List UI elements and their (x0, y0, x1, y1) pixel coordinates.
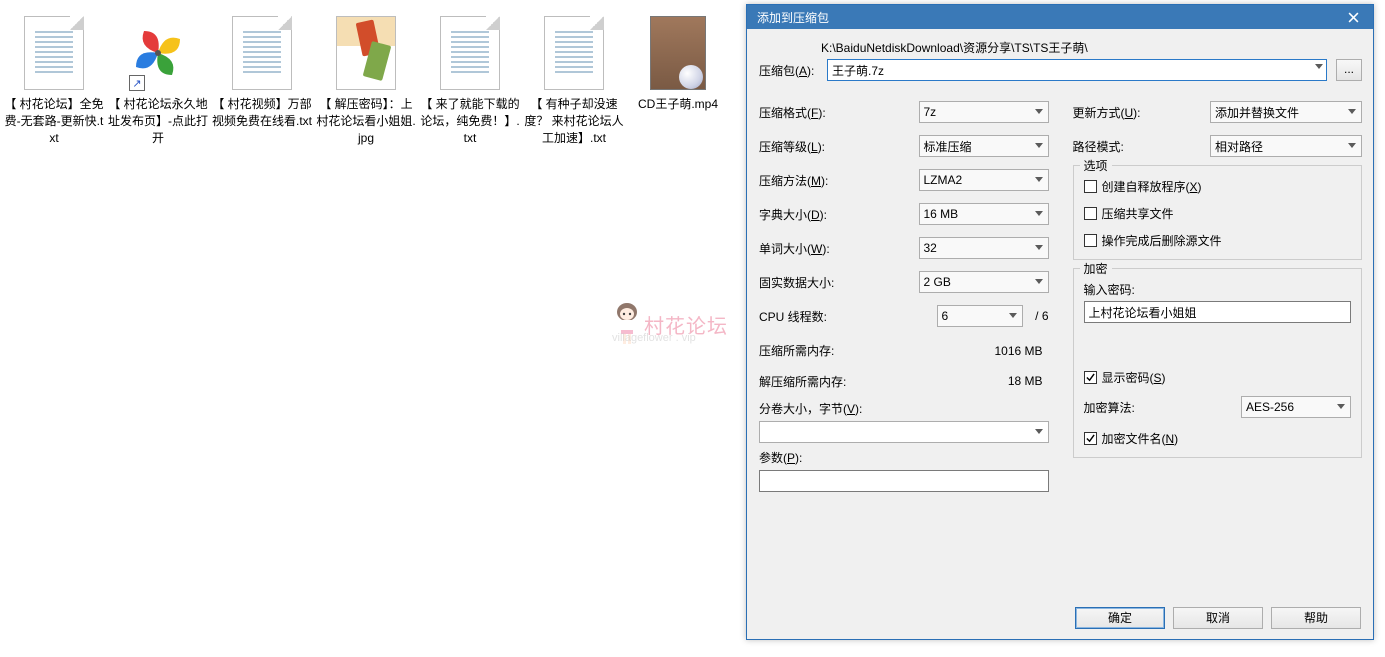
encryption-group: 加密 输入密码: 显示密码(S) 加密算法:AES-256 加密文件名(N) (1073, 268, 1363, 458)
close-button[interactable] (1339, 8, 1367, 26)
chevron-down-icon (1348, 109, 1356, 114)
encryption-title: 加密 (1080, 260, 1112, 277)
archive-name-value: 王子萌.7z (832, 64, 884, 78)
mp4-file-icon (643, 10, 713, 95)
dialog-buttons: 确定 取消 帮助 (1075, 607, 1361, 629)
options-group: 选项 创建自释放程序(X) 压缩共享文件 操作完成后删除源文件 (1073, 165, 1363, 260)
format-select[interactable]: 7z (919, 101, 1049, 123)
param-label: 参数(P): (759, 449, 1049, 466)
chevron-down-icon (1348, 143, 1356, 148)
watermark-url: villageflower . vip (612, 332, 696, 344)
file-item[interactable]: 【 村花视频】万部视频免费在线看.txt (210, 6, 314, 150)
checkbox-icon (1084, 432, 1097, 445)
txt-file-icon (227, 10, 297, 95)
dialog-title: 添加到压缩包 (757, 9, 1339, 26)
checkbox-icon (1084, 207, 1097, 220)
dialog-titlebar[interactable]: 添加到压缩包 (747, 5, 1373, 29)
txt-file-icon (19, 10, 89, 95)
split-input[interactable] (759, 421, 1049, 443)
shortcut-icon: ↗ (123, 10, 193, 95)
dict-label: 字典大小(D): (759, 206, 919, 223)
chevron-down-icon (1315, 64, 1323, 69)
mem-decompress-value: 18 MB (919, 374, 1049, 388)
file-label: 【 有种子却没速度？ 来村花论坛人工加速】.txt (524, 96, 624, 146)
ok-button[interactable]: 确定 (1075, 607, 1165, 629)
algo-select[interactable]: AES-256 (1241, 396, 1351, 418)
password-input[interactable] (1084, 301, 1352, 323)
file-label: 【 解压密码】：上村花论坛看小姐姐.jpg (316, 96, 416, 146)
file-label: 【 村花论坛永久地址发布页】-点此打开 (108, 96, 208, 146)
archive-label: 压缩包(A): (759, 62, 821, 79)
chevron-down-icon (1035, 211, 1043, 216)
solid-label: 固实数据大小: (759, 274, 919, 291)
password-label: 输入密码: (1084, 281, 1352, 298)
file-label: 【 村花视频】万部视频免费在线看.txt (212, 96, 312, 130)
delete-checkbox[interactable]: 操作完成后删除源文件 (1084, 232, 1352, 249)
file-item[interactable]: 【 有种子却没速度？ 来村花论坛人工加速】.txt (522, 6, 626, 150)
method-select[interactable]: LZMA2 (919, 169, 1049, 191)
shortcut-arrow-icon: ↗ (129, 75, 145, 91)
mem-decompress-label: 解压缩所需内存: (759, 373, 919, 390)
share-checkbox[interactable]: 压缩共享文件 (1084, 205, 1352, 222)
add-to-archive-dialog: 添加到压缩包 K:\BaiduNetdiskDownload\资源分享\TS\T… (746, 4, 1374, 640)
file-item[interactable]: CD王子萌.mp4 (626, 6, 730, 150)
method-label: 压缩方法(M): (759, 172, 919, 189)
word-select[interactable]: 32 (919, 237, 1049, 259)
checkbox-icon (1084, 371, 1097, 384)
dict-select[interactable]: 16 MB (919, 203, 1049, 225)
left-column: 压缩格式(F):7z 压缩等级(L):标准压缩 压缩方法(M):LZMA2 字典… (759, 95, 1049, 492)
param-input[interactable] (759, 470, 1049, 492)
chevron-down-icon (1035, 279, 1043, 284)
chevron-down-icon (1035, 109, 1043, 114)
txt-file-icon (435, 10, 505, 95)
level-select[interactable]: 标准压缩 (919, 135, 1049, 157)
chevron-down-icon (1009, 313, 1017, 318)
archive-path: K:\BaiduNetdiskDownload\资源分享\TS\TS王子萌\ (821, 39, 1362, 56)
update-select[interactable]: 添加并替换文件 (1210, 101, 1362, 123)
cpu-label: CPU 线程数: (759, 308, 937, 325)
cpu-total: / 6 (1029, 309, 1049, 323)
file-item[interactable]: 【 村花论坛】全免费-无套路-更新快.txt (2, 6, 106, 150)
checkbox-icon (1084, 180, 1097, 193)
split-label: 分卷大小，字节(V): (759, 400, 1049, 417)
file-item[interactable]: 【 来了就能下载的论坛，纯免费！】.txt (418, 6, 522, 150)
update-label: 更新方式(U): (1073, 104, 1211, 121)
close-icon (1348, 12, 1359, 23)
cpu-select[interactable]: 6 (937, 305, 1023, 327)
file-label: 【 来了就能下载的论坛，纯免费！】.txt (420, 96, 520, 146)
jpg-file-icon (331, 10, 401, 95)
right-column: 更新方式(U):添加并替换文件 路径模式:相对路径 选项 创建自释放程序(X) … (1073, 95, 1363, 492)
mem-compress-value: 1016 MB (919, 344, 1049, 358)
cancel-button[interactable]: 取消 (1173, 607, 1263, 629)
word-label: 单词大小(W): (759, 240, 919, 257)
browse-button[interactable]: ... (1336, 59, 1362, 81)
file-item[interactable]: ↗ 【 村花论坛永久地址发布页】-点此打开 (106, 6, 210, 150)
algo-label: 加密算法: (1084, 399, 1242, 416)
options-title: 选项 (1080, 157, 1112, 174)
chevron-down-icon (1035, 177, 1043, 182)
file-item[interactable]: 【 解压密码】：上村花论坛看小姐姐.jpg (314, 6, 418, 150)
pathmode-label: 路径模式: (1073, 138, 1211, 155)
help-button[interactable]: 帮助 (1271, 607, 1361, 629)
mem-compress-label: 压缩所需内存: (759, 342, 919, 359)
chevron-down-icon (1035, 245, 1043, 250)
file-label: 【 村花论坛】全免费-无套路-更新快.txt (4, 96, 104, 146)
checkbox-icon (1084, 234, 1097, 247)
solid-select[interactable]: 2 GB (919, 271, 1049, 293)
pathmode-select[interactable]: 相对路径 (1210, 135, 1362, 157)
archive-name-input[interactable]: 王子萌.7z (827, 59, 1327, 81)
chevron-down-icon (1035, 429, 1043, 434)
encrypt-names-checkbox[interactable]: 加密文件名(N) (1084, 430, 1352, 447)
level-label: 压缩等级(L): (759, 138, 919, 155)
file-label: CD王子萌.mp4 (638, 96, 718, 113)
txt-file-icon (539, 10, 609, 95)
sfx-checkbox[interactable]: 创建自释放程序(X) (1084, 178, 1352, 195)
show-password-checkbox[interactable]: 显示密码(S) (1084, 369, 1352, 386)
chevron-down-icon (1337, 404, 1345, 409)
format-label: 压缩格式(F): (759, 104, 919, 121)
chevron-down-icon (1035, 143, 1043, 148)
